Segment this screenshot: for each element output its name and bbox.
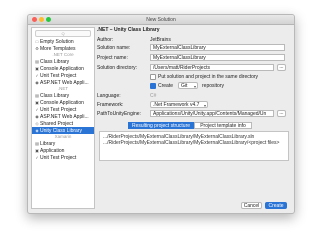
sidebar-item[interactable]: ⚙More Templates (32, 45, 94, 52)
same-directory-checkbox[interactable] (150, 73, 156, 80)
console-app-icon: ▣ (35, 66, 39, 71)
solution-directory-row: Solution directory: /Users/matt/RiderPro… (97, 64, 287, 72)
solution-directory-label: Solution directory: (97, 65, 138, 71)
sidebar-item[interactable]: ◉ASP.NET Web Appli... (32, 79, 94, 86)
solution-name-row: Solution name: MyExternalClassLibrary (97, 44, 287, 52)
create-repository-checkbox[interactable] (150, 82, 156, 89)
author-label: Author: (97, 37, 114, 43)
cancel-button[interactable]: Cancel (241, 202, 262, 209)
solution-name-label: Solution name: (97, 45, 131, 51)
class-library-icon: ▤ (35, 93, 39, 98)
author-value: JetBrains (150, 37, 171, 43)
sidebar-item[interactable]: ▣Application (32, 147, 94, 154)
template-list: □ Empty Solution ⚙More Templates .NET Core ▤… (32, 38, 94, 161)
create-repository-row: Create Git ▾ repository (150, 82, 290, 90)
framework-label: Framework: (97, 102, 124, 108)
console-app-icon: ▣ (35, 100, 39, 105)
unity-path-field[interactable]: Applications/Unity/Unity.app/Contents/Ma… (150, 110, 274, 117)
sidebar-item[interactable]: ◇Shared Project (32, 120, 94, 127)
web-app-icon: ◉ (35, 114, 39, 119)
sidebar-item[interactable]: ▣Console Application (32, 99, 94, 106)
sidebar-item[interactable]: ◉ASP.NET Web Appli... (32, 113, 94, 120)
window-title: New Solution (146, 17, 176, 23)
class-library-icon: ▤ (35, 59, 39, 64)
structure-line-project: .../RiderProjects/MyExternalClassLibrary… (103, 140, 280, 146)
sidebar-item[interactable]: ▤Library (32, 140, 94, 147)
shared-project-icon: ◇ (35, 121, 39, 126)
browse-unity-path-button[interactable]: ... (277, 110, 286, 117)
sidebar-item[interactable]: ▤Class Library (32, 92, 94, 99)
template-search-input[interactable]: Q (35, 30, 91, 37)
create-repository-label: Create (158, 83, 174, 89)
tab-resulting-structure[interactable]: Resulting project structure (128, 122, 194, 129)
project-name-label: Project name: (97, 55, 128, 61)
framework-select[interactable]: .Net Framework v4.7 ▾ (150, 101, 208, 108)
new-solution-dialog: New Solution Q □ Empty Solution ⚙More Temp… (27, 14, 295, 214)
project-structure-panel: .../RiderProjects/MyExternalClassLibrary… (99, 131, 289, 161)
sidebar-item[interactable]: ✓Unit Test Project (32, 154, 94, 161)
sidebar-item[interactable]: □ Empty Solution (32, 38, 94, 45)
chevron-down-icon: ▾ (203, 103, 206, 108)
vcs-select-value: Git (181, 83, 188, 89)
title-bar: New Solution (28, 15, 294, 25)
tab-template-info[interactable]: Project template info (194, 122, 252, 129)
sidebar-item[interactable]: ▤Class Library (32, 58, 94, 65)
web-app-icon: ◉ (35, 80, 39, 85)
chevron-down-icon: ▾ (193, 84, 196, 89)
language-row: Language: C# (97, 92, 287, 100)
unit-test-icon: ✓ (35, 155, 39, 160)
unity-path-label: PathToUnityEngine: (97, 111, 141, 117)
same-directory-row: Put solution and project in the same dir… (150, 73, 290, 81)
more-templates-icon: ⚙ (35, 46, 39, 51)
project-name-field[interactable]: MyExternalClassLibrary (150, 54, 285, 61)
sidebar-item-label: Unit Test Project (40, 155, 77, 161)
language-label: Language: (97, 93, 121, 99)
empty-solution-icon: □ (35, 39, 39, 44)
unit-test-icon: ✓ (35, 107, 39, 112)
sidebar-item[interactable]: ◈Unity Class Library (32, 127, 94, 134)
solution-name-field[interactable]: MyExternalClassLibrary (150, 44, 285, 51)
template-settings-panel: .NET – Unity Class Library Author: JetBr… (97, 26, 291, 210)
vcs-select[interactable]: Git ▾ (178, 82, 198, 89)
template-sidebar: Q □ Empty Solution ⚙More Templates .NET Cor… (31, 27, 95, 209)
solution-directory-field[interactable]: /Users/matt/RiderProjects (150, 64, 274, 71)
browse-directory-button[interactable]: ... (277, 64, 286, 71)
framework-select-value: .Net Framework v4.7 (153, 102, 200, 108)
unity-icon: ◈ (35, 128, 39, 133)
sidebar-item[interactable]: ▣Console Application (32, 65, 94, 72)
sidebar-item[interactable]: ✓Unit Test Project (32, 72, 94, 79)
create-button[interactable]: Create (265, 202, 287, 209)
unit-test-icon: ✓ (35, 73, 39, 78)
repository-label: repository (202, 83, 224, 89)
language-value: C# (150, 93, 157, 99)
unity-path-row: PathToUnityEngine: Applications/Unity/Un… (97, 110, 287, 118)
project-name-row: Project name: MyExternalClassLibrary (97, 54, 287, 62)
framework-row: Framework: .Net Framework v4.7 ▾ (97, 101, 287, 109)
application-icon: ▣ (35, 148, 39, 153)
author-row: Author: JetBrains (97, 36, 287, 44)
template-title: .NET – Unity Class Library (97, 27, 160, 33)
same-directory-label: Put solution and project in the same dir… (158, 74, 259, 80)
library-icon: ▤ (35, 141, 39, 146)
sidebar-item[interactable]: ✓Unit Test Project (32, 106, 94, 113)
